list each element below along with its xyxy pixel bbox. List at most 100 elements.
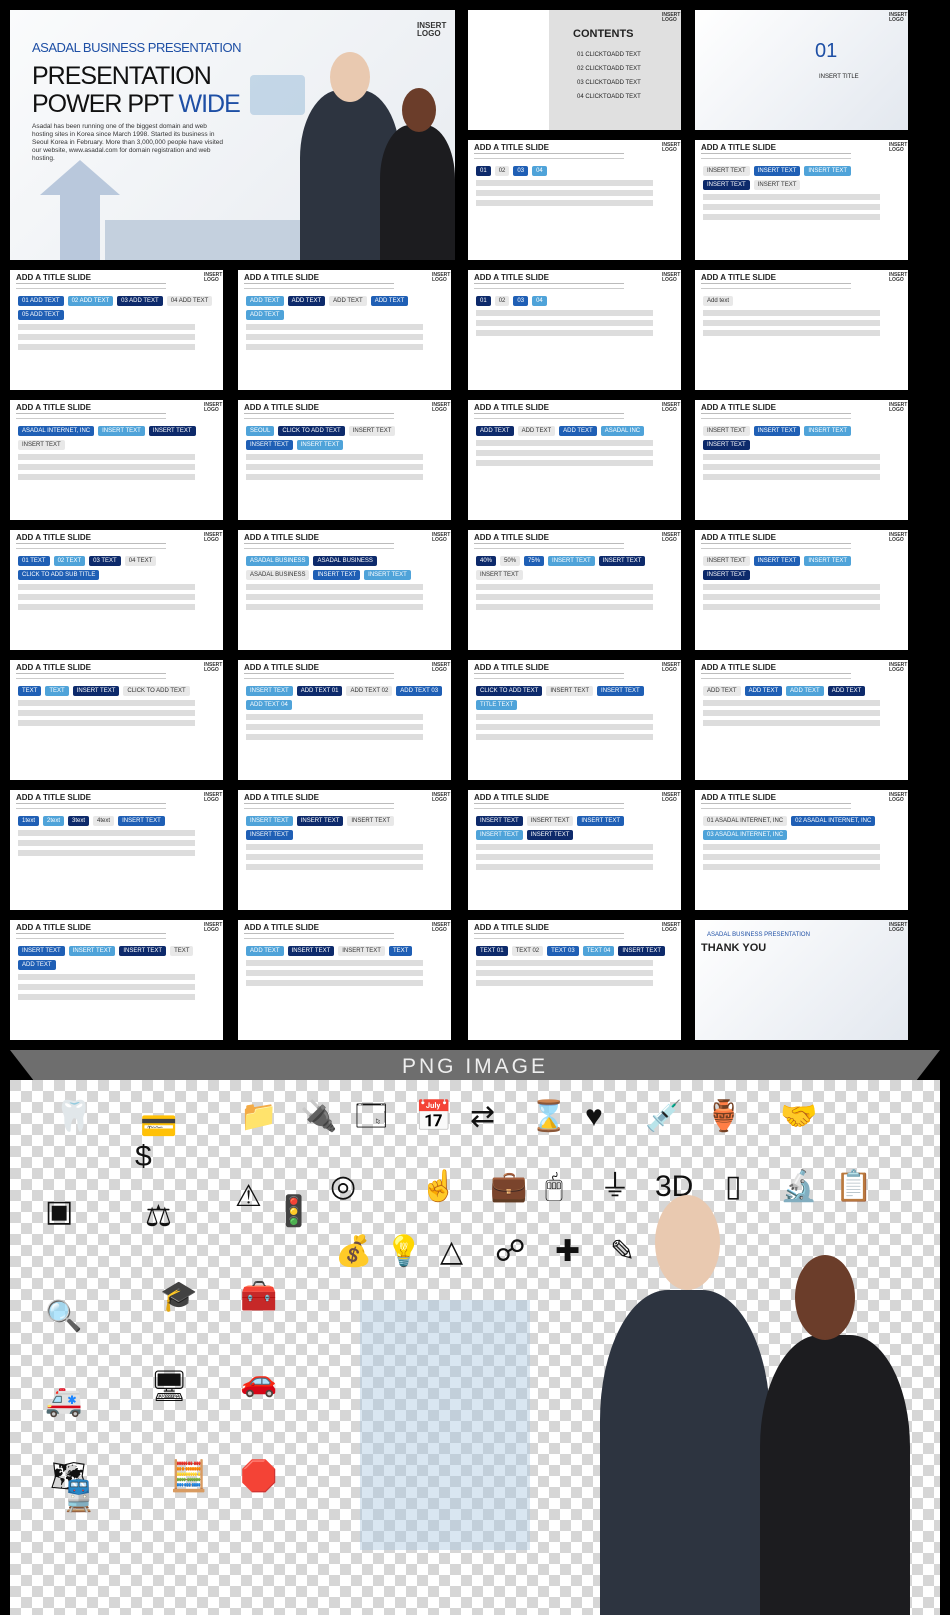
slide-subtitle-lines xyxy=(701,543,851,549)
text-placeholder-line xyxy=(18,464,196,470)
text-placeholder-line xyxy=(703,700,881,706)
slide-thumbnail[interactable]: ADD A TITLE SLIDE INSERT LOGO INSERT TEXT I… xyxy=(695,140,908,260)
insert-logo: INSERT LOGO xyxy=(204,532,223,543)
slide-thumbnail[interactable]: ADD A TITLE SLIDE INSERT LOGO ASADAL INTER… xyxy=(10,400,223,520)
slide-thumbnail[interactable]: ADD A TITLE SLIDE INSERT LOGO ADD TEXT ADD … xyxy=(468,400,681,520)
slide-label: ASADAL BUSINESS xyxy=(313,556,377,566)
slide-thumbnail[interactable]: ADD A TITLE SLIDE INSERT LOGO ASADAL BUSIN… xyxy=(238,530,451,650)
text-placeholder-line xyxy=(18,850,196,856)
slide-thumbnail[interactable]: ADD A TITLE SLIDE INSERT LOGO 01 02 03 04 xyxy=(468,140,681,260)
slide-thumbnail[interactable]: ADD A TITLE SLIDE INSERT LOGO CLICK TO ADD… xyxy=(468,660,681,780)
slide-content: INSERT TEXT INSERT TEXT INSERT TEXT INSERT … xyxy=(476,816,673,904)
slide-description: Asadal has been running one of the bigge… xyxy=(32,123,224,162)
insert-logo: INSERT LOGO xyxy=(889,402,908,413)
slide-label: INSERT TEXT xyxy=(753,426,801,436)
text-placeholder-line xyxy=(703,194,881,200)
slide-label: 40% xyxy=(476,556,497,566)
slide-thumbnail[interactable]: CONTENTS INSERT LOGO 01 CLICKTOADD TEXT 02 … xyxy=(468,10,681,130)
toolbox-icon: 🧰 xyxy=(240,1280,278,1313)
text-placeholder-line xyxy=(18,710,196,716)
slide-title: ADD A TITLE SLIDE xyxy=(474,143,549,152)
text-placeholder-line xyxy=(246,980,424,986)
slide-label: INSERT TEXT xyxy=(804,556,852,566)
slide-thumbnail[interactable]: ADD A TITLE SLIDE INSERT LOGO TEXT 01 TEXT … xyxy=(468,920,681,1040)
text-placeholder-line xyxy=(476,724,654,730)
text-placeholder-line xyxy=(476,714,654,720)
slide-thumbnail[interactable]: ADD A TITLE SLIDE INSERT LOGO TEXT TEXT INSE… xyxy=(10,660,223,780)
slide-subtitle-lines xyxy=(244,933,394,939)
slide-subtitle-lines xyxy=(701,803,851,809)
slide-subtitle-lines xyxy=(474,803,624,809)
slide-thumbnail[interactable]: ADD A TITLE SLIDE INSERT LOGO INSERT TEXT I… xyxy=(238,790,451,910)
text-placeholder-line xyxy=(703,320,881,326)
handshake-icon: 🤝 xyxy=(780,1100,818,1133)
slide-thumbnail[interactable]: ADD A TITLE SLIDE INSERT LOGO INSERT TEXT A… xyxy=(238,660,451,780)
slide-label: ADD TEXT xyxy=(370,296,409,306)
slide-title: ADD A TITLE SLIDE xyxy=(16,663,91,672)
slide-thumbnail[interactable]: ADD A TITLE SLIDE INSERT LOGO Add text xyxy=(695,270,908,390)
slide-content: ASADAL BUSINESS ASADAL BUSINESS ASADAL BUS… xyxy=(246,556,443,644)
slide-thumbnail[interactable]: ADD A TITLE SLIDE INSERT LOGO 01 TEXT 02 TE… xyxy=(10,530,223,650)
text-placeholder-line xyxy=(476,854,654,860)
slide-label: INSERT TITLE xyxy=(819,74,859,80)
slide-label: 04 xyxy=(532,296,547,306)
slide-label: 03 CLICKTOADD TEXT xyxy=(577,80,641,86)
slide-thumbnail[interactable]: ADD A TITLE SLIDE INSERT LOGO INSERT TEXT I… xyxy=(695,530,908,650)
slide-thumbnail[interactable]: ADD A TITLE SLIDE INSERT LOGO 01 ADD TEXT 0… xyxy=(10,270,223,390)
slide-label: INSERT TEXT xyxy=(753,166,801,176)
slide-thumbnail[interactable]: ADD A TITLE SLIDE INSERT LOGO SEOUL CLICK T… xyxy=(238,400,451,520)
slide-label: 02 xyxy=(494,166,510,176)
slide-thumbnail[interactable]: 01 INSERT LOGO INSERT TITLE xyxy=(695,10,908,130)
slide-thumbnail[interactable]: ADD A TITLE SLIDE INSERT LOGO ADD TEXT INSE… xyxy=(238,920,451,1040)
slide-label: TEXT xyxy=(388,946,413,956)
slide-subtitle-lines xyxy=(16,673,166,679)
slide-content: 1text 2text 3text 4text INSERT TEXT xyxy=(18,816,215,904)
slide-thumbnail[interactable]: ADD A TITLE SLIDE INSERT LOGO INSERT TEXT I… xyxy=(10,920,223,1040)
stop-sign-icon: 🛑 xyxy=(240,1460,278,1493)
text-placeholder-line xyxy=(246,960,424,966)
text-placeholder-line xyxy=(476,844,654,850)
train-icon: 🚆 xyxy=(60,1480,98,1513)
slide-label: 04 CLICKTOADD TEXT xyxy=(577,94,641,100)
slide-content: Add text xyxy=(703,296,900,384)
slide-thumbnail[interactable]: ADD A TITLE SLIDE INSERT LOGO 40% 50% 75% INS… xyxy=(468,530,681,650)
slide-kicker: ASADAL BUSINESS PRESENTATION xyxy=(32,40,241,55)
traffic-light-icon: 🚦 xyxy=(275,1195,313,1228)
slide-thumbnail[interactable]: ADD A TITLE SLIDE INSERT LOGO 01 02 03 04 xyxy=(468,270,681,390)
title-slide-thumbnail[interactable]: ASADAL BUSINESS PRESENTATION PRESENTATIO… xyxy=(10,10,455,260)
calendar-icon: 📅 xyxy=(415,1100,453,1133)
slide-content: ADD TEXT ADD TEXT ADD TEXT ADD TEXT ADD TEXT xyxy=(246,296,443,384)
businesswoman-photo xyxy=(380,125,455,260)
slide-content: INSERT TITLE xyxy=(815,72,900,124)
slide-label: ADD TEXT xyxy=(517,426,556,436)
plug-icon: ⏚ xyxy=(600,1170,630,1203)
slide-thumbnail[interactable]: ADD A TITLE SLIDE INSERT LOGO INSERT TEXT I… xyxy=(468,790,681,910)
slide-content: ADD TEXT INSERT TEXT INSERT TEXT TEXT xyxy=(246,946,443,1034)
slide-title: ADD A TITLE SLIDE xyxy=(16,793,91,802)
slide-content: 01 02 03 04 xyxy=(476,296,673,384)
slide-content: INSERT TEXT INSERT TEXT INSERT TEXT INSERT … xyxy=(703,426,900,514)
text-placeholder-line xyxy=(476,440,654,446)
slide-thumbnail[interactable]: ADD A TITLE SLIDE INSERT LOGO ADD TEXT ADD … xyxy=(695,660,908,780)
car-icon: 🚗 xyxy=(240,1365,278,1398)
slide-content: 01 ADD TEXT 02 ADD TEXT 03 ADD TEXT 04 ADD … xyxy=(18,296,215,384)
slide-title: ADD A TITLE SLIDE xyxy=(16,403,91,412)
slide-thumbnail[interactable]: THANK YOU INSERT LOGO ASADAL BUSINESS PRES… xyxy=(695,920,908,1040)
slide-label: 01 CLICKTOADD TEXT xyxy=(577,52,641,58)
text-placeholder-line xyxy=(476,970,654,976)
slide-label: 3text xyxy=(68,816,90,826)
slide-label: 03 xyxy=(513,296,529,306)
slide-thumbnail[interactable]: ADD A TITLE SLIDE INSERT LOGO INSERT TEXT I… xyxy=(695,400,908,520)
hand-pointer-icon: ☝ xyxy=(420,1170,458,1203)
mouse-icon: 🖱 xyxy=(545,1170,563,1203)
slide-label: TEXT 01 xyxy=(476,946,508,956)
slide-title: ADD A TITLE SLIDE xyxy=(701,273,776,282)
slide-thumbnail[interactable]: ADD A TITLE SLIDE INSERT LOGO ADD TEXT ADD … xyxy=(238,270,451,390)
text-placeholder-line xyxy=(703,584,881,590)
slide-thumbnail[interactable]: ADD A TITLE SLIDE INSERT LOGO 1text 2text 3t… xyxy=(10,790,223,910)
slide-label: 02 xyxy=(494,296,510,306)
slide-label: ADD TEXT 04 xyxy=(246,700,292,710)
slide-thumbnail[interactable]: ADD A TITLE SLIDE INSERT LOGO 01 ASADAL IN… xyxy=(695,790,908,910)
slide-title: ADD A TITLE SLIDE xyxy=(244,923,319,932)
heart-rate-icon: ♥ xyxy=(585,1100,603,1133)
